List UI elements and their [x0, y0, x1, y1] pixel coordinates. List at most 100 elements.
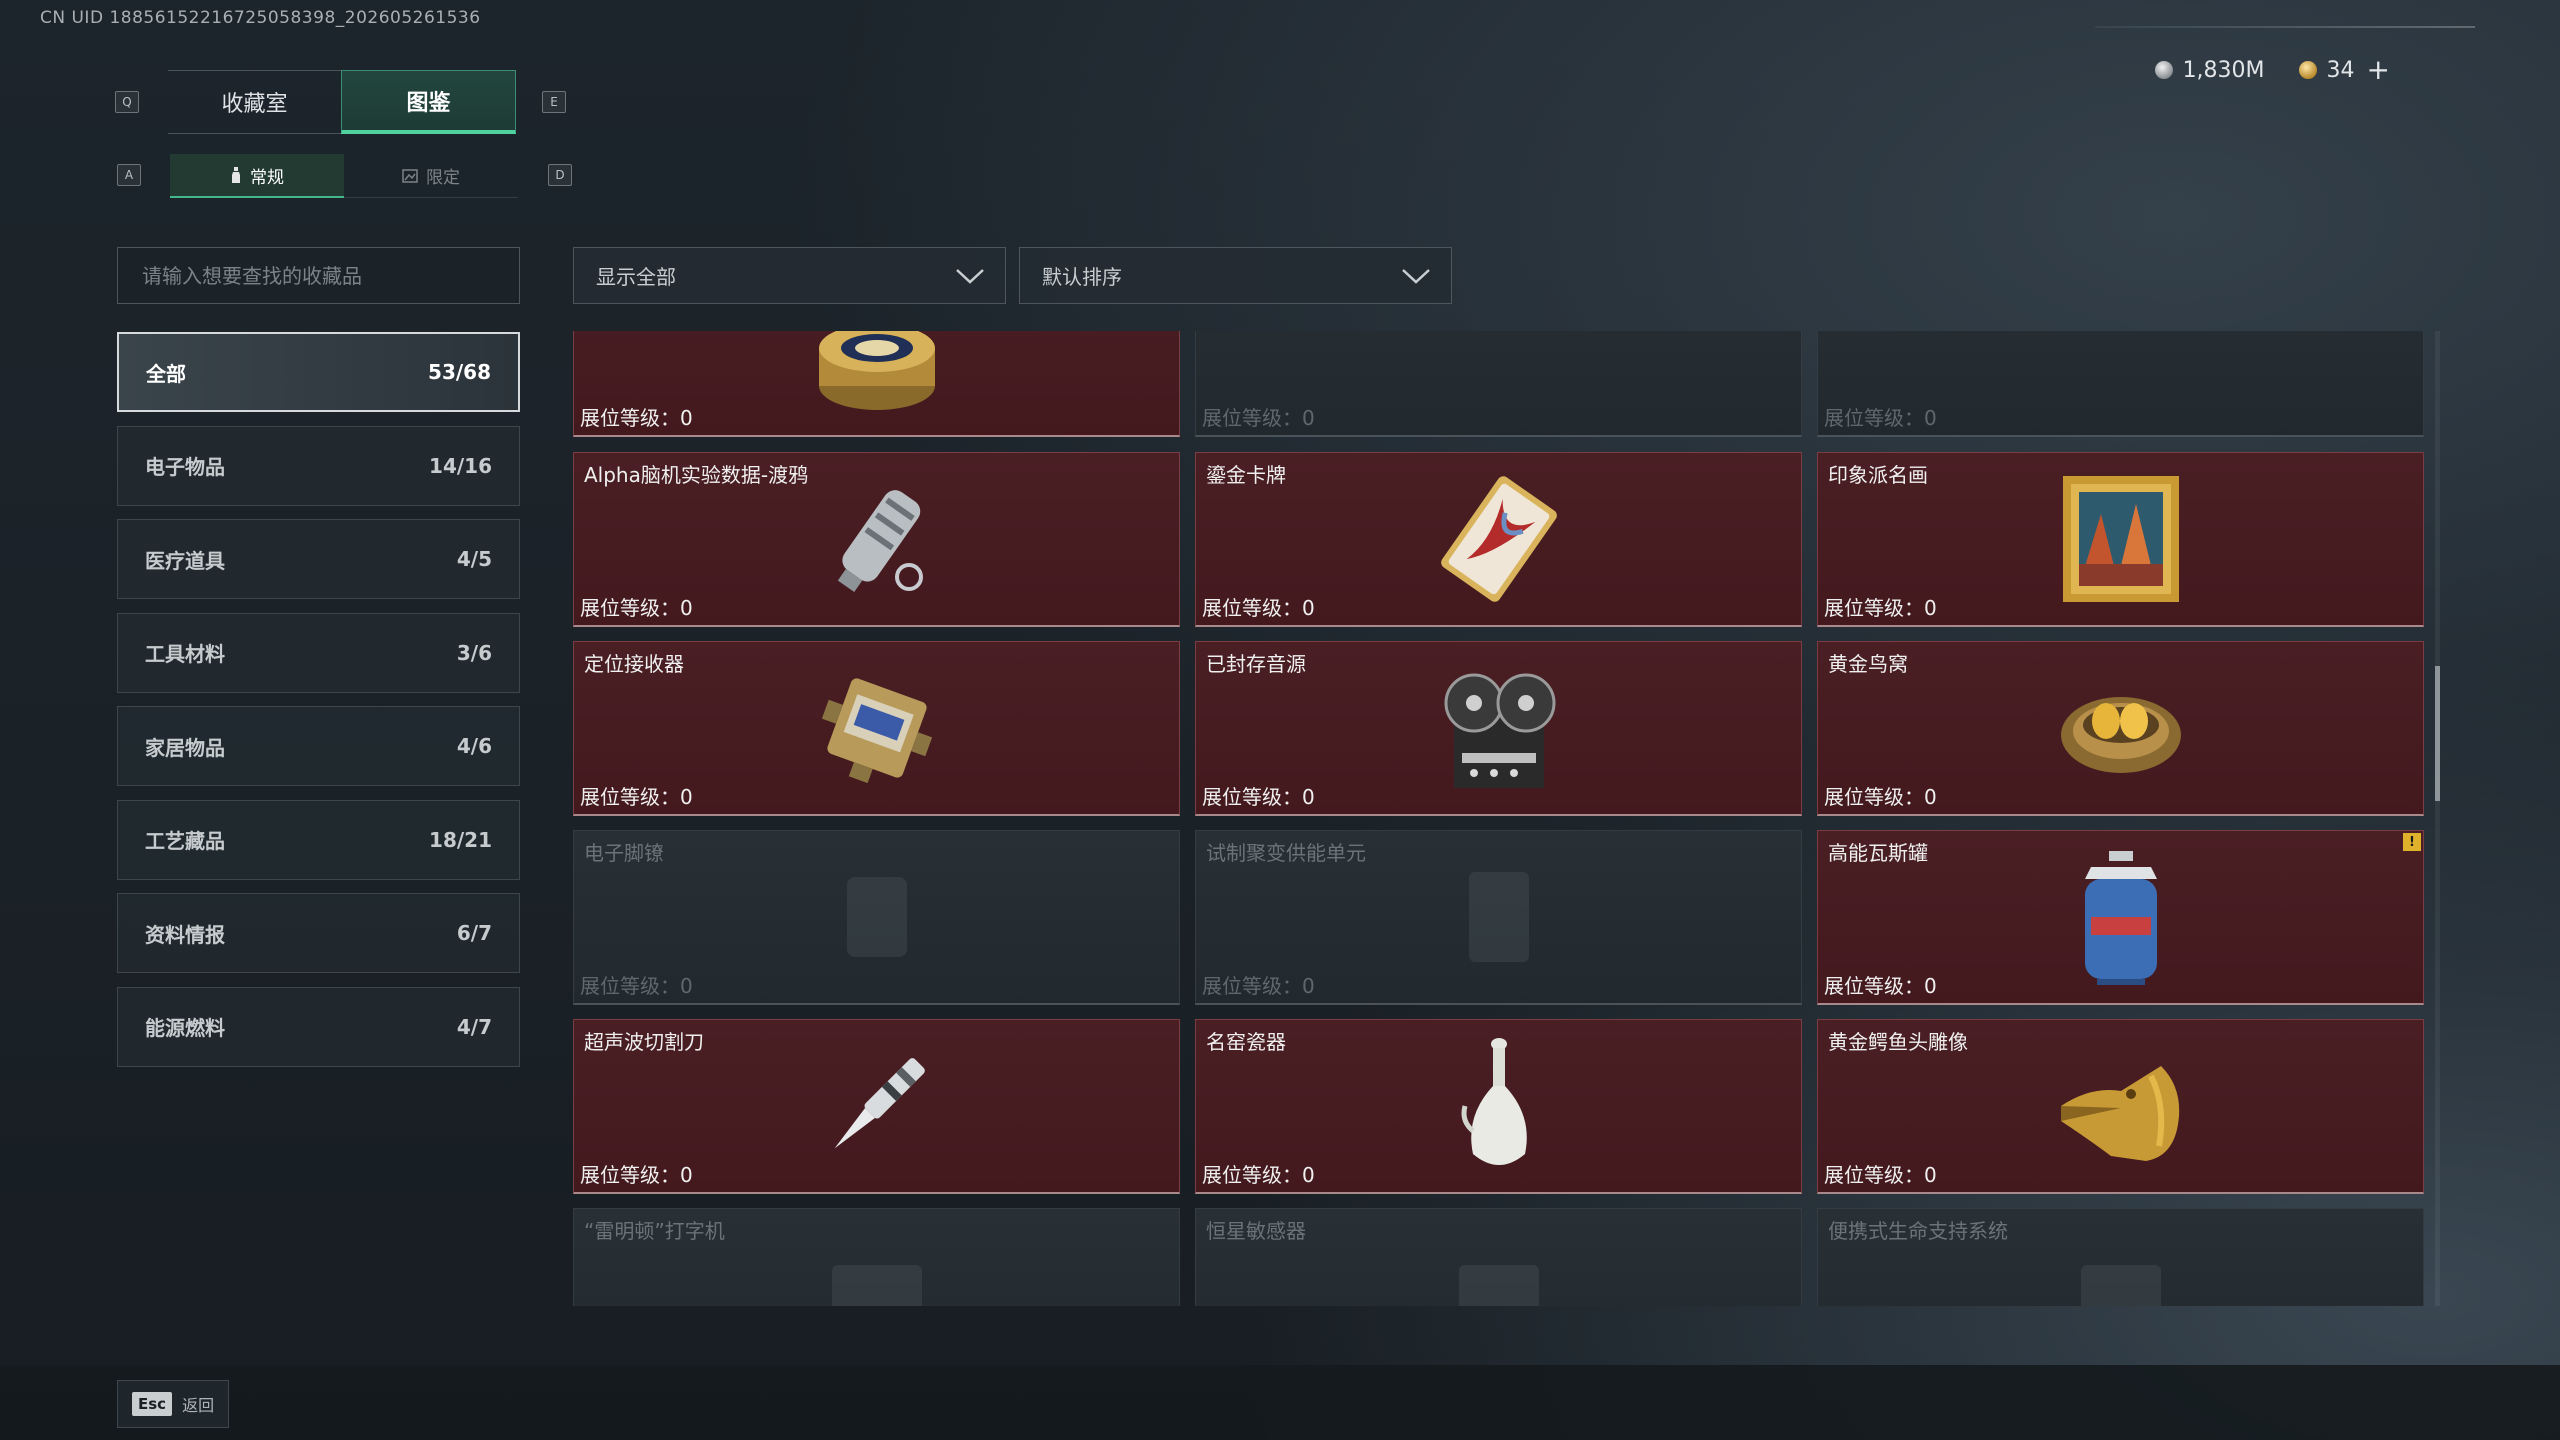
item-name: 黄金鳄鱼头雕像 [1828, 1030, 1968, 1054]
item-name: 名窑瓷器 [1206, 1030, 1286, 1054]
category-crafts[interactable]: 工艺藏品 18/21 [117, 799, 520, 880]
item-card[interactable]: 展位等级：0 [1195, 331, 1802, 437]
life-support-icon [2080, 1265, 2161, 1306]
item-card[interactable]: 超声波切割刀 展位等级：0 [573, 1019, 1180, 1194]
item-name: 电子脚镣 [584, 841, 664, 865]
item-name: 鎏金卡牌 [1206, 463, 1286, 487]
reel-recorder-icon [1444, 673, 1555, 788]
grid-scrollbar[interactable] [2435, 331, 2440, 1306]
item-card[interactable]: Alpha脑机实验数据-渡鸦 展位等级：0 [573, 452, 1180, 627]
category-list: 全部 53/68 电子物品 14/16 医疗道具 4/5 工具材料 3/6 家居物品 4/… [117, 332, 520, 1080]
category-electronics[interactable]: 电子物品 14/16 [117, 425, 520, 506]
category-count: 18/21 [429, 827, 492, 852]
category-name: 电子物品 [145, 455, 225, 479]
item-card[interactable]: 恒星敏感器 [1195, 1208, 1802, 1306]
category-count: 6/7 [456, 921, 492, 945]
item-card[interactable]: 电子脚镣 展位等级：0 [573, 830, 1180, 1005]
item-level: 展位等级：0 [580, 974, 693, 998]
search-input[interactable] [140, 262, 497, 289]
item-name: 超声波切割刀 [584, 1030, 704, 1054]
item-card[interactable]: 试制聚变供能单元 展位等级：0 [1195, 830, 1802, 1005]
chevron-down-icon [1402, 268, 1430, 284]
key-hint-a[interactable]: A [117, 164, 141, 186]
back-button[interactable]: Esc 返回 [117, 1380, 230, 1428]
data-capsule-icon [837, 490, 923, 593]
back-label: 返回 [182, 1396, 215, 1415]
porcelain-vase-icon [1461, 1038, 1527, 1165]
gas-canister-icon [2084, 851, 2157, 985]
item-card[interactable]: 展位等级：0 [573, 331, 1180, 437]
search-box [117, 247, 520, 304]
filter-dropdown[interactable]: 显示全部 [573, 247, 1006, 304]
item-card[interactable]: 展位等级：0 [1817, 331, 2424, 437]
category-name: 能源燃料 [145, 1016, 225, 1040]
category-name: 工艺藏品 [145, 829, 225, 853]
item-level: 展位等级：0 [1202, 406, 1315, 430]
category-intel[interactable]: 资料情报 6/7 [117, 893, 520, 973]
item-name: 已封存音源 [1206, 652, 1306, 676]
locator-receiver-icon [821, 678, 932, 784]
framed-painting-icon [2062, 476, 2179, 602]
item-name: 印象派名画 [1828, 463, 1928, 487]
item-level: 展位等级：0 [1824, 974, 1937, 998]
item-card[interactable]: “雷明顿”打字机 [573, 1208, 1180, 1306]
category-all[interactable]: 全部 53/68 [117, 332, 520, 412]
key-hint-e[interactable]: E [542, 91, 566, 113]
typewriter-icon [831, 1265, 922, 1306]
key-hint-q[interactable]: Q [115, 91, 139, 113]
category-count: 53/68 [428, 360, 491, 384]
item-card[interactable]: 黄金鳄鱼头雕像 展位等级：0 [1817, 1019, 2424, 1194]
item-name: 定位接收器 [584, 652, 684, 676]
sort-dropdown[interactable]: 默认排序 [1019, 247, 1452, 304]
category-fuel[interactable]: 能源燃料 4/7 [117, 986, 520, 1067]
item-name: “雷明顿”打字机 [584, 1219, 725, 1243]
gold-currency[interactable]: 34 + [2298, 56, 2390, 84]
item-name: 便携式生命支持系统 [1828, 1219, 2008, 1243]
subtab-regular[interactable]: 常规 [170, 154, 344, 198]
caviar-tin-icon [818, 331, 935, 410]
subtab-regular-label: 常规 [250, 167, 284, 188]
item-name: 恒星敏感器 [1206, 1219, 1306, 1243]
item-level: 展位等级：0 [1824, 1163, 1937, 1187]
item-card[interactable]: 印象派名画 展位等级：0 [1817, 452, 2424, 627]
item-level: 展位等级：0 [580, 1163, 693, 1187]
item-name: 高能瓦斯罐 [1828, 841, 1928, 865]
category-count: 14/16 [429, 453, 492, 478]
item-card[interactable]: 已封存音源 展位等级：0 [1195, 641, 1802, 816]
new-badge: ! [2403, 833, 2421, 851]
item-card[interactable]: 定位接收器 展位等级：0 [573, 641, 1180, 816]
item-card[interactable]: 黄金鸟窝 展位等级：0 [1817, 641, 2424, 816]
item-card[interactable]: 便携式生命支持系统 [1817, 1208, 2424, 1306]
category-medical[interactable]: 医疗道具 4/5 [117, 519, 520, 599]
item-level: 展位等级：0 [580, 785, 693, 809]
item-name: 试制聚变供能单元 [1206, 841, 1366, 865]
item-level: 展位等级：0 [1202, 1163, 1315, 1187]
category-tools[interactable]: 工具材料 3/6 [117, 612, 520, 693]
tab-collection-room[interactable]: 收藏室 [168, 70, 341, 134]
top-progress-line [2095, 26, 2475, 28]
chevron-down-icon [956, 268, 984, 284]
item-name: Alpha脑机实验数据-渡鸦 [584, 463, 809, 487]
key-hint-d[interactable]: D [548, 164, 572, 186]
bottle-icon [232, 167, 240, 183]
category-household[interactable]: 家居物品 4/6 [117, 706, 520, 786]
subtab-limited[interactable]: 限定 [344, 154, 518, 198]
tab-codex[interactable]: 图鉴 [341, 70, 516, 134]
currency-bar: 1,830M 34 + [2154, 56, 2390, 84]
gold-coin-icon [2298, 61, 2317, 79]
filter-value: 显示全部 [596, 265, 676, 289]
item-level: 展位等级：0 [1202, 785, 1315, 809]
category-name: 家居物品 [145, 735, 225, 760]
item-level: 展位等级：0 [1202, 974, 1315, 998]
item-card[interactable]: 鎏金卡牌 展位等级：0 [1195, 452, 1802, 627]
add-currency-icon[interactable]: + [2367, 56, 2390, 84]
subtab-limited-label: 限定 [426, 168, 460, 188]
item-level: 展位等级：0 [1824, 785, 1937, 809]
category-count: 4/7 [456, 1014, 492, 1039]
category-count: 4/6 [456, 734, 492, 758]
item-grid: 展位等级：0 展位等级：0 展位等级：0 Alpha脑机实验数据-渡鸦 展位等级… [573, 331, 2425, 1306]
category-count: 4/5 [456, 547, 492, 571]
scrollbar-thumb[interactable] [2435, 666, 2440, 801]
item-card[interactable]: 高能瓦斯罐 ! 展位等级：0 [1817, 830, 2424, 1005]
item-card[interactable]: 名窑瓷器 展位等级：0 [1195, 1019, 1802, 1194]
